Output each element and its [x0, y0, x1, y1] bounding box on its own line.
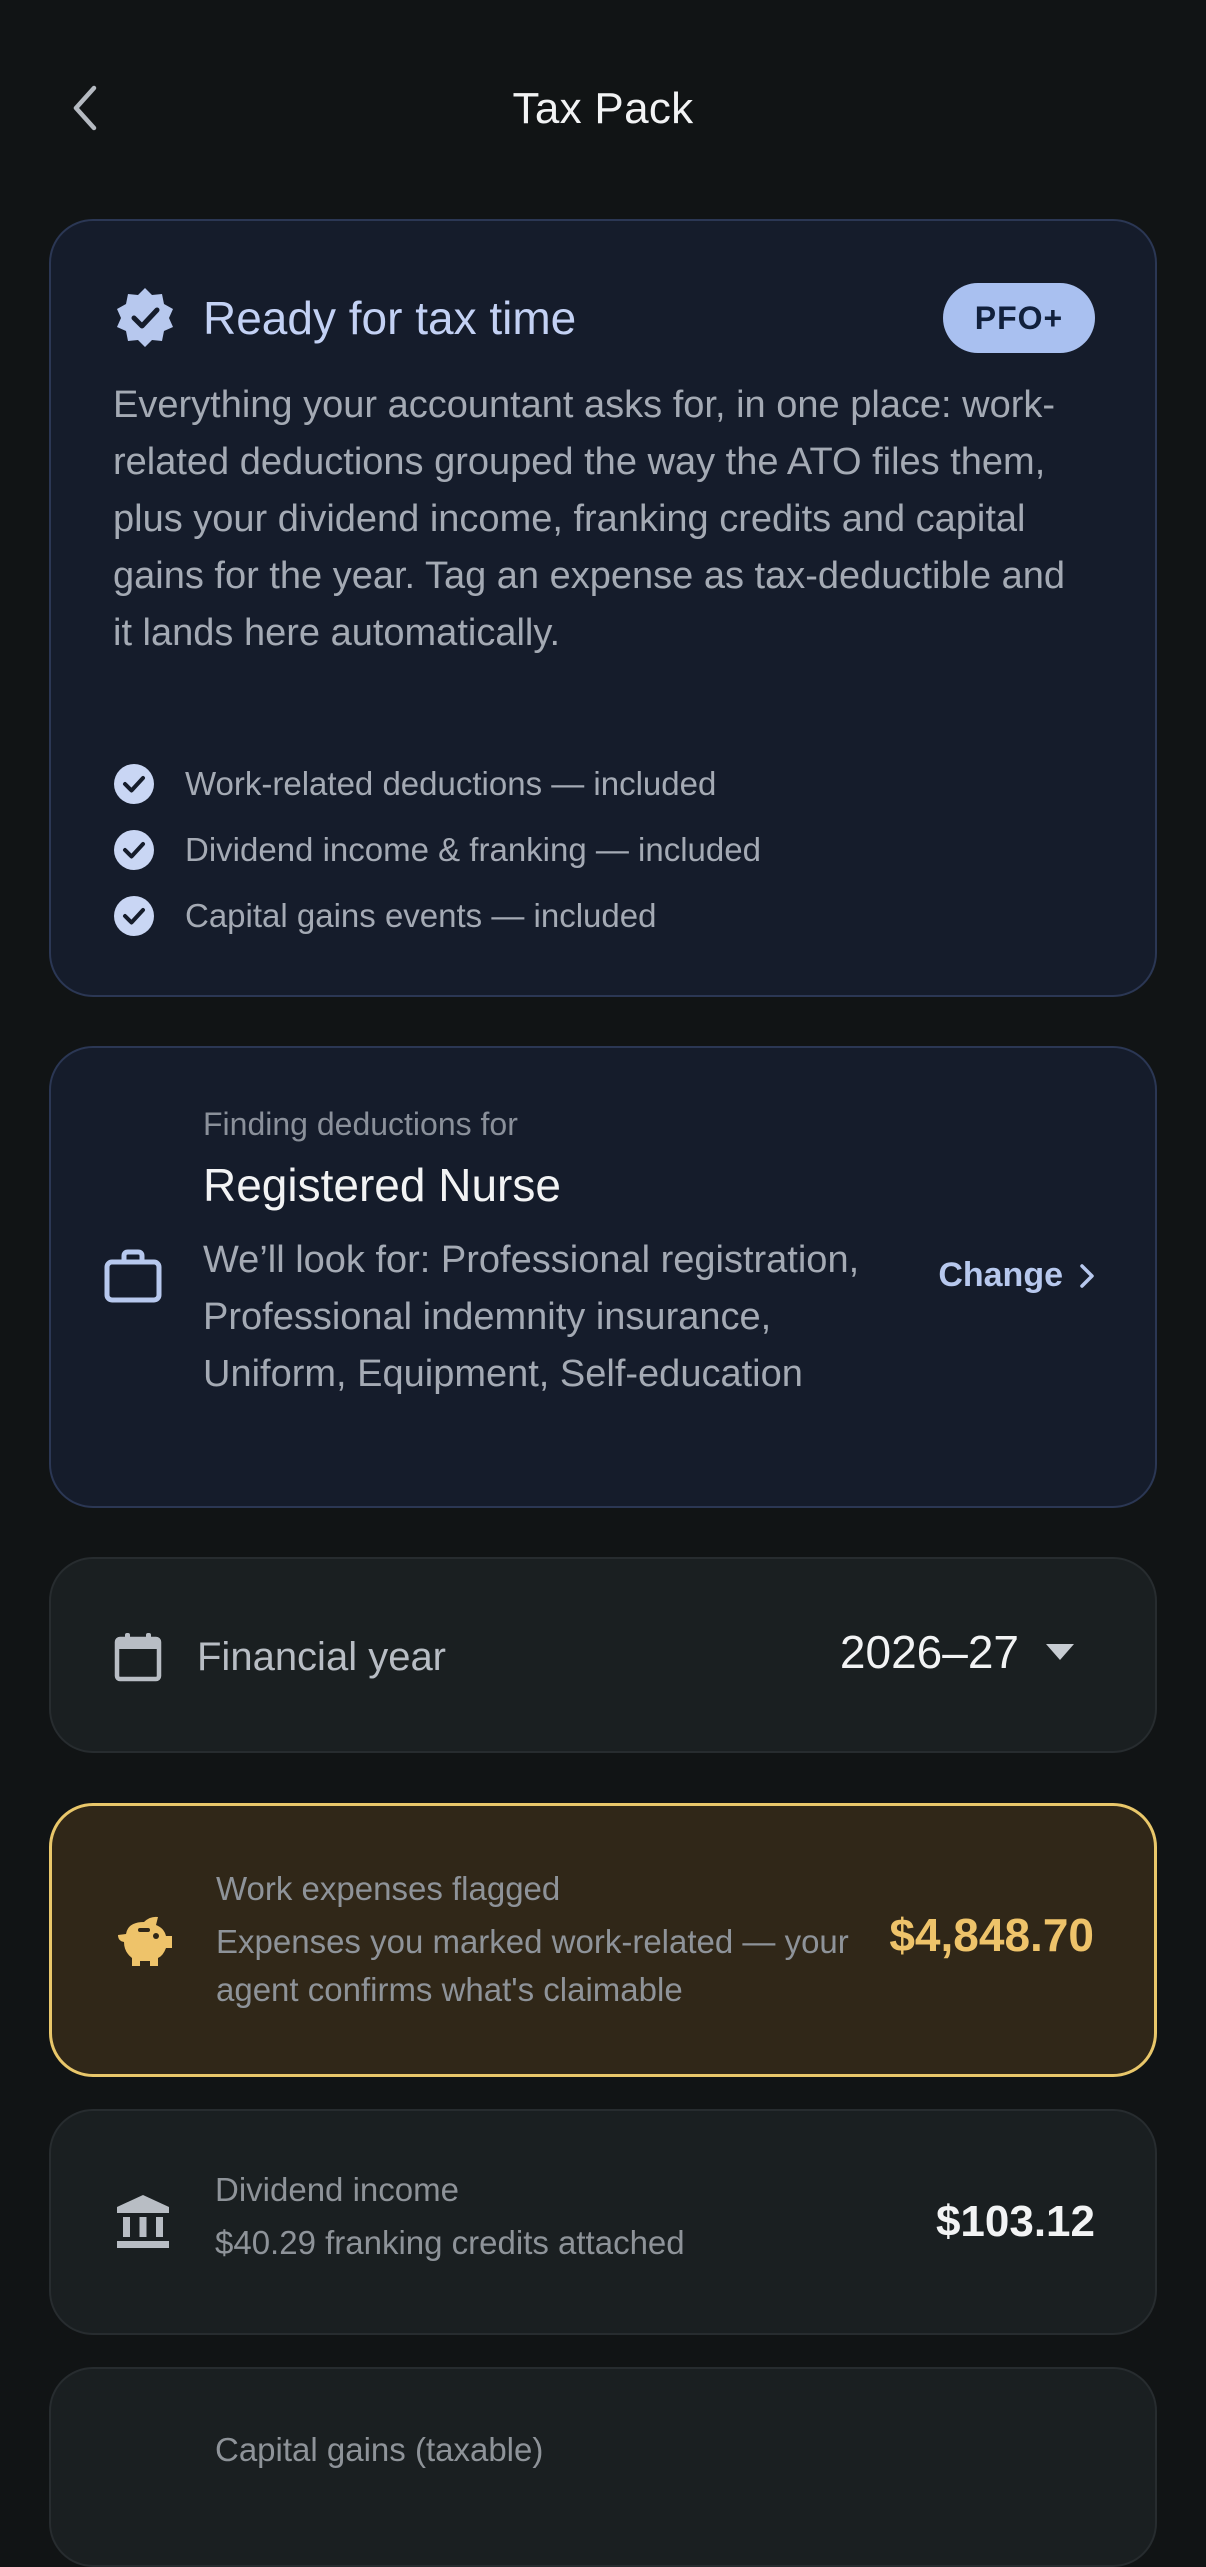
change-label: Change — [938, 1256, 1063, 1294]
occupation-description: We’ll look for: Professional registratio… — [203, 1239, 860, 1395]
app-header: Tax Pack — [0, 0, 1206, 220]
bank-icon — [117, 2195, 169, 2248]
work-expenses-subtitle: Expenses you marked work-related — your … — [216, 1923, 849, 2008]
dividend-income-card[interactable]: Dividend income $40.29 franking credits … — [49, 2109, 1157, 2335]
caret-down-icon — [1046, 1644, 1074, 1660]
occupation-kicker: Finding deductions for — [203, 1106, 518, 1142]
financial-year-card: Financial year 2026–27 — [49, 1557, 1157, 1753]
work-expenses-amount: $4,848.70 — [889, 1909, 1094, 1961]
pfo-plus-badge: PFO+ — [943, 283, 1095, 353]
check-circle-icon — [114, 764, 154, 804]
check-item-label: Dividend income & franking — included — [185, 831, 761, 868]
check-circle-icon — [114, 830, 154, 870]
dividend-income-kicker: Dividend income — [215, 2171, 459, 2208]
financial-year-label: Financial year — [197, 1635, 447, 1679]
check-item: Dividend income & franking — included — [113, 817, 761, 883]
occupation-card[interactable]: Finding deductions for Registered Nurse … — [49, 1046, 1157, 1508]
chevron-right-icon — [1080, 1263, 1094, 1288]
included-checklist: Work-related deductions — included Divid… — [113, 751, 761, 949]
check-item: Capital gains events — included — [113, 883, 761, 949]
financial-year-value: 2026–27 — [839, 1626, 1019, 1678]
work-expenses-card[interactable]: Work expenses flagged Expenses you marke… — [49, 1803, 1157, 2077]
capital-gains-kicker: Capital gains (taxable) — [215, 2431, 544, 2468]
piggy-bank-icon — [118, 1916, 172, 1966]
check-item: Work-related deductions — included — [113, 751, 761, 817]
ready-for-tax-card: Ready for tax time PFO+ Everything your … — [49, 219, 1157, 997]
page-title: Tax Pack — [512, 84, 694, 133]
check-circle-icon — [114, 896, 154, 936]
briefcase-icon — [104, 1249, 162, 1303]
verified-badge-icon — [117, 288, 173, 347]
change-occupation-button[interactable]: Change — [938, 1256, 1095, 1295]
ready-title: Ready for tax time — [203, 292, 577, 344]
work-expenses-kicker: Work expenses flagged — [216, 1870, 561, 1907]
occupation-title: Registered Nurse — [203, 1159, 561, 1211]
check-item-label: Capital gains events — included — [185, 897, 657, 934]
calendar-icon — [114, 1633, 162, 1682]
capital-gains-card[interactable]: Capital gains (taxable) — [49, 2367, 1157, 2567]
financial-year-dropdown[interactable]: 2026–27 — [840, 1625, 1075, 1679]
check-item-label: Work-related deductions — included — [185, 765, 717, 802]
dividend-income-amount: $103.12 — [935, 2197, 1095, 2246]
dividend-income-subtitle: $40.29 franking credits attached — [215, 2224, 685, 2261]
ready-description: Everything your accountant asks for, in … — [113, 384, 1066, 654]
